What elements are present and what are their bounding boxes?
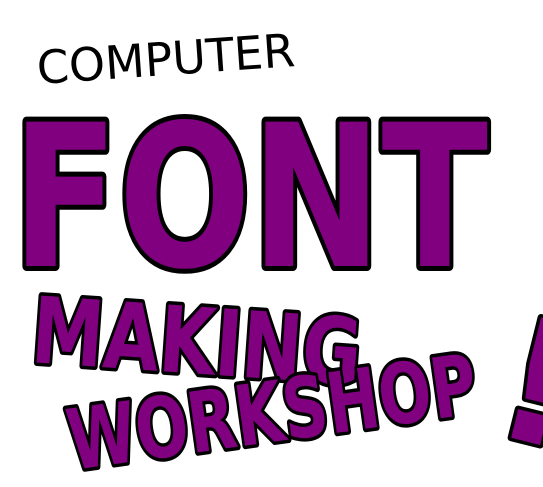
logo-line-font: FONT [12, 82, 488, 313]
workshop-logo: COMPUTER FONT MAKING WORKSHOP ! [7, 23, 543, 487]
